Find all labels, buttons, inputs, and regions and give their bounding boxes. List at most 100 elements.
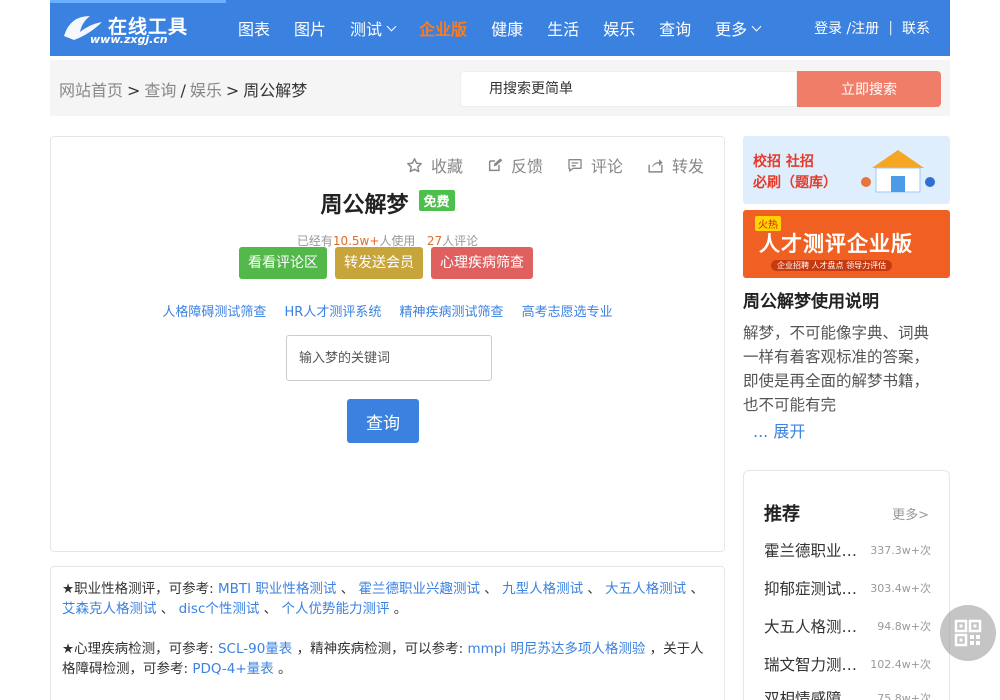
share-icon [648, 158, 663, 173]
free-badge: 免费 [418, 190, 455, 211]
ref-link-big-five[interactable]: 大五人格测试 [605, 581, 686, 597]
recommend-more-link[interactable]: 更多> [892, 504, 929, 523]
nav-item-more[interactable]: 更多 [715, 16, 762, 40]
expand-link[interactable]: ... 展开 [753, 418, 805, 442]
tool-title-text: 周公解梦 [320, 193, 409, 218]
ref-prefix: ★职业性格测评，可参考: [62, 581, 214, 597]
query-button[interactable]: 查询 [347, 399, 419, 443]
ref-link-pdq4[interactable]: PDQ-4+量表 [192, 661, 273, 677]
ref-link-holland[interactable]: 霍兰德职业兴趣测试 [358, 581, 480, 597]
share-vip-button[interactable]: 转发送会员 [335, 247, 423, 279]
list-item[interactable]: 瑞文智力测试题 102.4w+次 [764, 652, 931, 676]
reference-panel: ★职业性格测评，可参考: MBTI 职业性格测试 、 霍兰德职业兴趣测试 、 九… [50, 566, 725, 700]
ref-link-mbti[interactable]: MBTI 职业性格测试 [218, 581, 336, 597]
ref-separator: 、 [690, 581, 704, 597]
breadcrumb-search-bar: 网站首页>查询/娱乐>周公解梦 立即搜索 [50, 60, 950, 116]
recommend-item-count: 303.4w+次 [870, 582, 931, 595]
ad1-line1: 校招 社招 [753, 154, 814, 170]
nav-divider: | [888, 20, 893, 36]
qr-code-icon [954, 619, 982, 647]
nav-item-query[interactable]: 查询 [659, 16, 691, 40]
recommend-item-count: 94.8w+次 [877, 620, 931, 633]
list-item[interactable]: 大五人格测试免费版 94.8w+次 [764, 614, 931, 638]
ad-banner-question-bank[interactable]: 校招 社招 必刷（题库） [743, 136, 950, 204]
nav-item-life[interactable]: 生活 [547, 16, 579, 40]
favorite-button[interactable]: 收藏 [406, 153, 463, 177]
link-hr-assessment[interactable]: HR人才测评系统 [285, 305, 382, 320]
ad2-title: 人才测评企业版 [759, 232, 913, 256]
top-nav: 在线工具 www.zxgj.cn 图表 图片 测试 企业版 健康 生活 娱乐 查… [50, 0, 950, 56]
screening-button[interactable]: 心理疾病筛查 [431, 247, 533, 279]
breadcrumb-separator: > [225, 81, 240, 100]
user-count: 10.5w+ [332, 234, 380, 248]
ref-prefix: ★心理疾病检测，可参考: [62, 641, 214, 657]
recommend-item-count: 102.4w+次 [870, 658, 931, 671]
comment-button[interactable]: 评论 [567, 153, 623, 177]
dream-keyword-input[interactable] [287, 336, 491, 380]
login-register-link[interactable]: 登录 /注册 [814, 18, 879, 38]
site-logo[interactable]: 在线工具 www.zxgj.cn [60, 10, 210, 46]
nav-item-charts[interactable]: 图表 [238, 16, 270, 40]
feedback-button[interactable]: 反馈 [487, 153, 543, 177]
qr-code-button[interactable] [940, 605, 996, 661]
nav-item-label: 图表 [238, 20, 271, 39]
list-item[interactable]: 霍兰德职业兴趣测试 337.3w+次 [764, 538, 931, 562]
breadcrumb-separator: / [180, 81, 186, 100]
ref-link-enneagram[interactable]: 九型人格测试 [502, 581, 583, 597]
main-menu: 图表 图片 测试 企业版 健康 生活 娱乐 查询 更多 [238, 0, 784, 56]
ref-link-strengths[interactable]: 个人优势能力测评 [281, 601, 389, 617]
tool-title: 周公解梦 免费 [51, 187, 724, 219]
nav-item-health[interactable]: 健康 [491, 16, 523, 40]
view-comments-button[interactable]: 看看评论区 [239, 247, 327, 279]
list-item[interactable]: 抑郁症测试量表 303.4w+次 [764, 576, 931, 600]
logo-url: www.zxgj.cn [90, 33, 168, 46]
site-search-box [460, 71, 797, 107]
nav-item-label: 测试 [350, 20, 383, 39]
edit-icon [488, 158, 503, 172]
share-label: 转发 [671, 157, 704, 176]
nav-item-images[interactable]: 图片 [294, 16, 326, 40]
nav-item-enterprise[interactable]: 企业版 [419, 16, 467, 40]
share-button[interactable]: 转发 [647, 153, 704, 177]
contact-link[interactable]: 联系 [902, 18, 930, 38]
ad1-line2: 必刷（题库） [753, 175, 837, 191]
nav-item-label: 生活 [547, 20, 580, 39]
ref-link-eysenck[interactable]: 艾森克人格测试 [62, 601, 157, 617]
chevron-down-icon [386, 21, 397, 31]
site-search-input[interactable] [461, 72, 796, 106]
ref-link-disc[interactable]: disc个性测试 [179, 601, 260, 617]
nav-item-label: 企业版 [419, 20, 468, 39]
nav-item-label: 更多 [715, 20, 748, 39]
list-item[interactable]: 双相情感障碍测试 75.8w+次 [764, 686, 931, 700]
comment-label: 评论 [590, 157, 623, 176]
ad2-subtitle: 企业招聘 人才盘点 领导力评估 [771, 260, 893, 271]
user-count-suffix: 人使用 [379, 234, 416, 248]
site-search-button[interactable]: 立即搜索 [797, 71, 941, 107]
comment-count-suffix: 人评论 [442, 234, 479, 248]
nav-item-tests[interactable]: 测试 [350, 16, 397, 40]
ref-separator: 、 [484, 581, 498, 597]
feedback-label: 反馈 [510, 157, 543, 176]
star-icon [406, 157, 422, 172]
recommend-title: 推荐 [764, 504, 800, 525]
link-mental-illness[interactable]: 精神疾病测试筛查 [399, 305, 503, 320]
ref-link-mmpi[interactable]: mmpi 明尼苏达多项人格测验 [467, 641, 645, 657]
favorite-label: 收藏 [430, 157, 463, 176]
breadcrumb-entertainment[interactable]: 娱乐 [190, 81, 222, 100]
recommend-item-name: 霍兰德职业兴趣测试 [764, 542, 864, 560]
ref-link-scl90[interactable]: SCL-90量表 [218, 641, 292, 657]
nav-item-entertainment[interactable]: 娱乐 [603, 16, 635, 40]
ref-separator: 、 [160, 601, 175, 617]
link-personality-disorder[interactable]: 人格障碍测试筛查 [162, 305, 266, 320]
keyword-box [286, 335, 492, 381]
breadcrumb-query[interactable]: 查询 [144, 81, 176, 100]
link-college-major[interactable]: 高考志愿选专业 [522, 305, 613, 320]
usage-title: 周公解梦使用说明 [743, 292, 879, 312]
breadcrumb-home[interactable]: 网站首页 [59, 81, 123, 100]
usage-text: 解梦，不可能像字典、词典一样有着客观标准的答案，即使是再全面的解梦书籍，也不可能… [743, 324, 930, 414]
nav-active-indicator [50, 0, 226, 3]
stats-prefix: 已经有 [296, 234, 333, 248]
ad-banner-enterprise[interactable]: 火热 人才测评企业版 企业招聘 人才盘点 领导力评估 [743, 210, 950, 278]
nav-item-label: 健康 [491, 20, 524, 39]
tool-actions: 收藏 反馈 评论 转发 [382, 153, 704, 177]
